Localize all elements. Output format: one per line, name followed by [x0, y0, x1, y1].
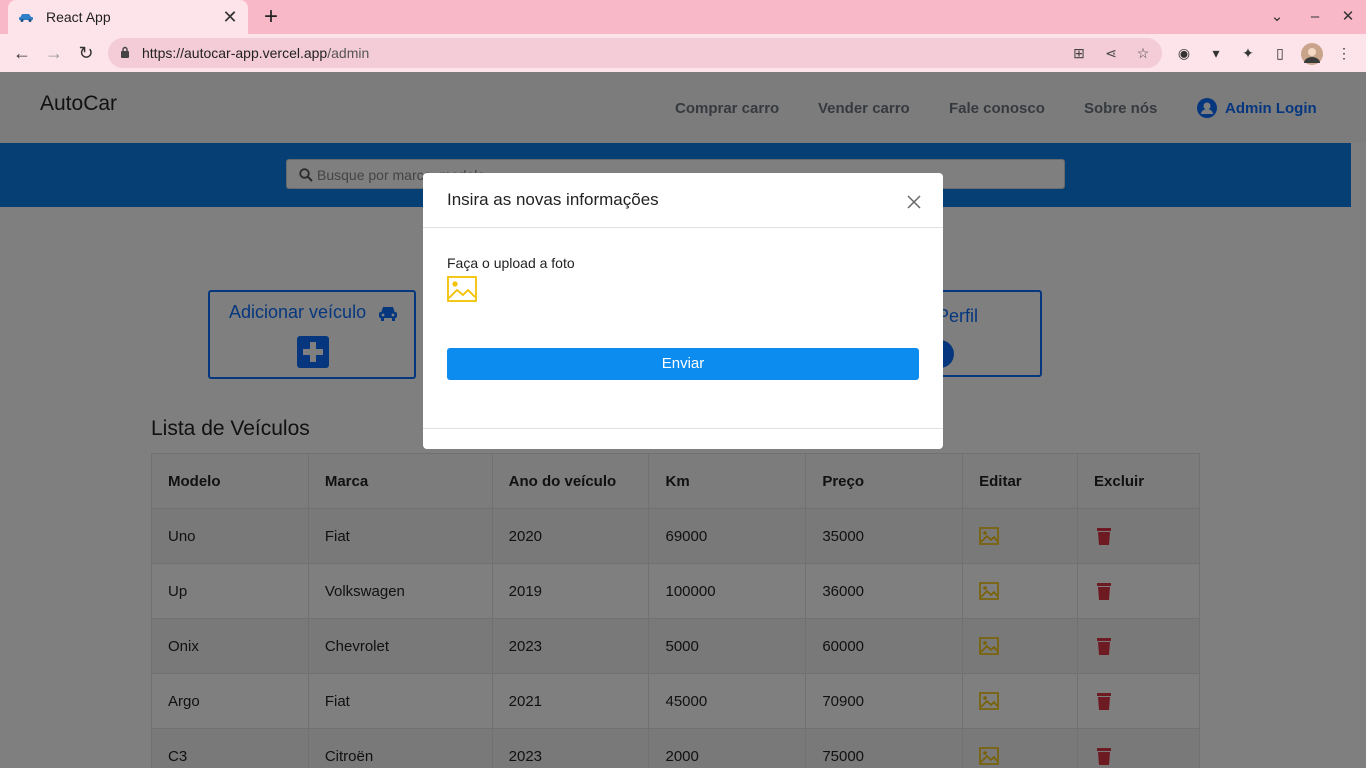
forward-icon[interactable]: →	[40, 39, 68, 67]
close-tab-icon[interactable]: ✕	[222, 7, 238, 28]
translate-icon[interactable]: ⊞	[1070, 44, 1088, 62]
lock-icon	[121, 46, 129, 58]
tab-search-icon[interactable]: ⌄	[1260, 0, 1294, 34]
side-panel-icon[interactable]: ▯	[1270, 43, 1290, 63]
profile-avatar-icon[interactable]	[1301, 43, 1323, 65]
page: AutoCar Comprar carro Vender carro Fale …	[0, 72, 1366, 768]
modal-title: Insira as novas informações	[447, 190, 659, 209]
url-path: /admin	[327, 45, 370, 61]
back-icon[interactable]: ←	[8, 39, 36, 67]
url-host: https://autocar-app.vercel.app	[142, 45, 328, 61]
modal-header: Insira as novas informações	[423, 173, 943, 228]
submit-button[interactable]: Enviar	[447, 348, 919, 380]
share-icon[interactable]: ⋖	[1102, 44, 1120, 62]
bookmark-star-icon[interactable]: ☆	[1134, 44, 1152, 62]
image-upload-icon[interactable]	[447, 276, 477, 302]
edit-photo-modal: Insira as novas informações Faça o uploa…	[423, 173, 943, 449]
reload-icon[interactable]: ↻	[72, 39, 100, 67]
address-bar[interactable]: https://autocar-app.vercel.app/admin ⊞ ⋖…	[108, 38, 1162, 68]
modal-footer-divider	[423, 428, 943, 429]
browser-tab[interactable]: React App ✕	[8, 0, 248, 34]
close-window-icon[interactable]: ✕	[1331, 0, 1365, 34]
minimize-icon[interactable]: –	[1298, 0, 1332, 34]
close-icon[interactable]	[905, 193, 923, 211]
browser-tab-strip: React App ✕ + ⌄ – ✕	[0, 0, 1366, 34]
upload-label: Faça o upload a foto	[447, 255, 575, 271]
new-tab-icon[interactable]: +	[258, 3, 284, 31]
extension-v-icon[interactable]: ▾	[1206, 43, 1226, 63]
browser-toolbar: ← → ↻ https://autocar-app.vercel.app/adm…	[0, 34, 1366, 72]
url-text: https://autocar-app.vercel.app/admin	[142, 45, 369, 61]
extension-eyes-icon[interactable]: ◉	[1174, 43, 1194, 63]
tab-title: React App	[46, 9, 111, 25]
car-favicon-icon	[19, 14, 33, 22]
extensions-puzzle-icon[interactable]: ✦	[1238, 43, 1258, 63]
browser-menu-icon[interactable]: ⋮	[1334, 43, 1354, 63]
